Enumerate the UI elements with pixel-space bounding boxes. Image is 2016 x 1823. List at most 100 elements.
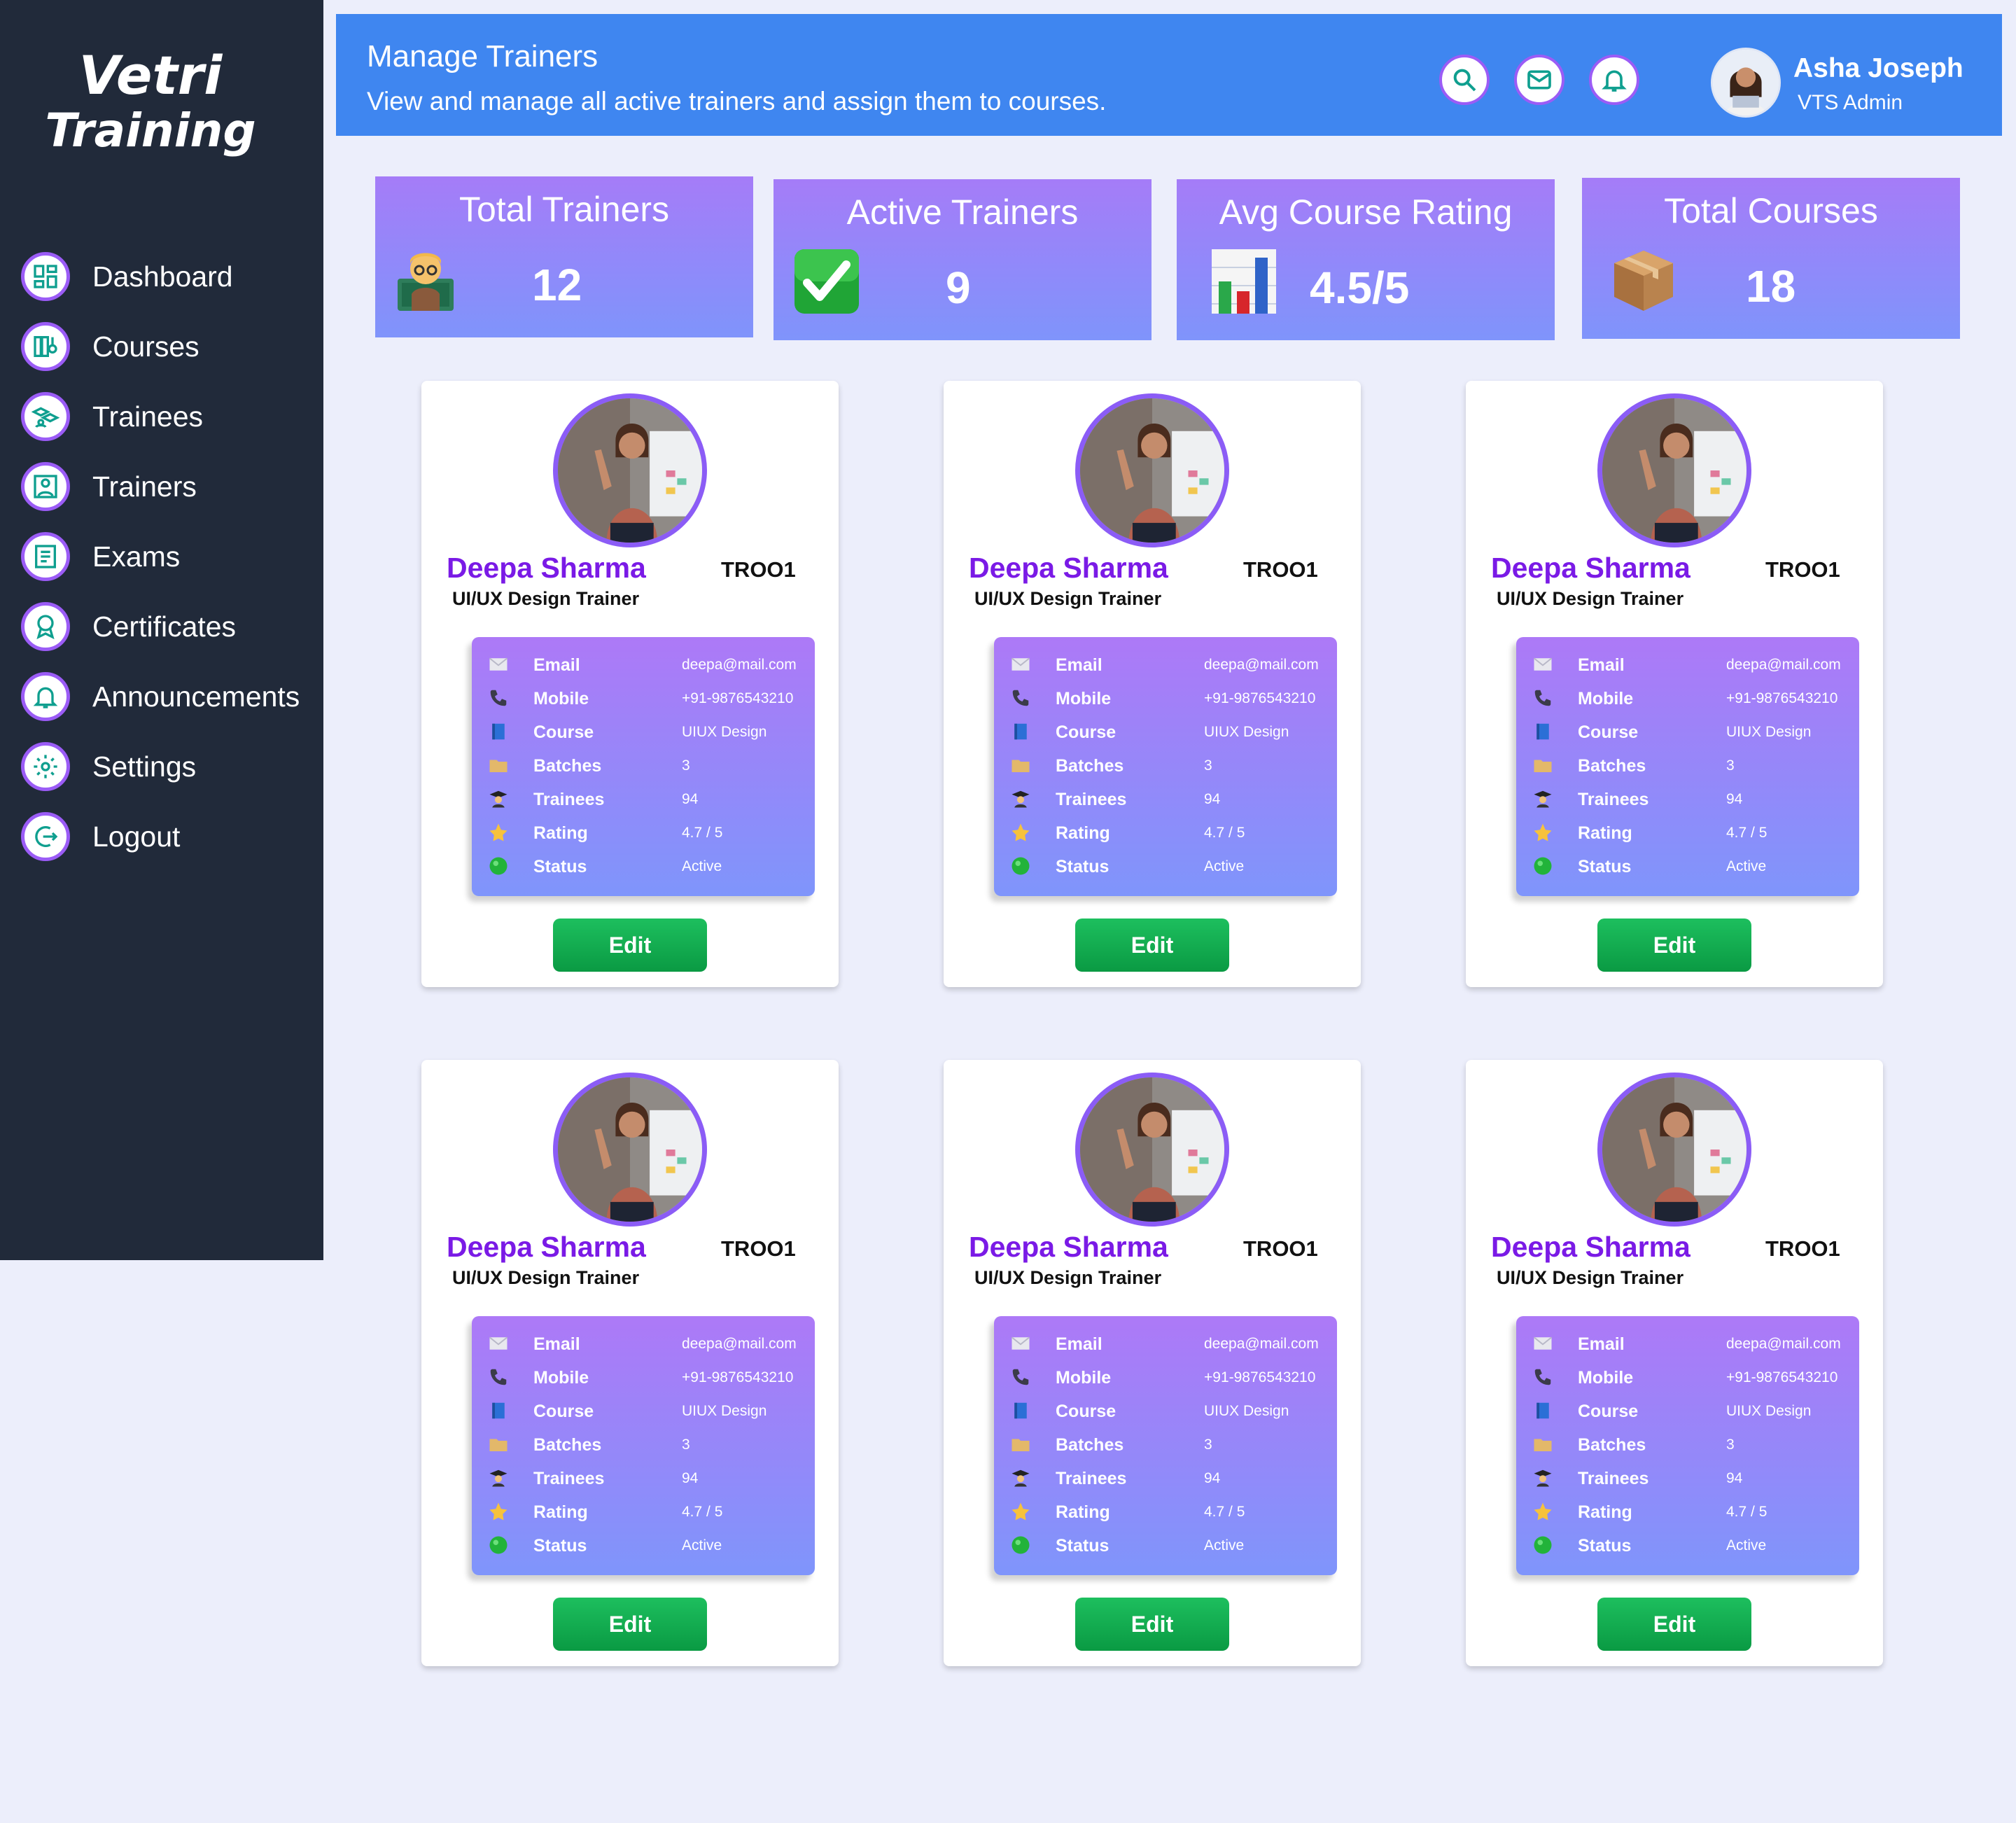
info-value[interactable]: deepa@mail.com bbox=[1204, 657, 1319, 673]
info-value[interactable]: deepa@mail.com bbox=[682, 1336, 797, 1353]
stat-value: 18 bbox=[1746, 261, 1796, 312]
info-row-email: Email deepa@mail.com bbox=[1009, 650, 1331, 683]
user-avatar[interactable] bbox=[1711, 48, 1781, 118]
sidebar-item-settings[interactable]: Settings bbox=[21, 732, 300, 802]
info-label: Email bbox=[1056, 655, 1102, 675]
info-value: 3 bbox=[1726, 757, 1735, 774]
star-icon bbox=[1009, 822, 1032, 844]
edit-button[interactable]: Edit bbox=[1075, 1598, 1229, 1651]
trainer-info-panel: Email deepa@mail.com Mobile +91-98765432… bbox=[472, 1316, 815, 1575]
edit-button[interactable]: Edit bbox=[1597, 1598, 1751, 1651]
trainer-card: Deepa Sharma TROO1 UI/UX Design Trainer … bbox=[944, 1060, 1361, 1666]
trainer-role: UI/UX Design Trainer bbox=[1497, 588, 1684, 609]
sidebar-item-exams[interactable]: Exams bbox=[21, 522, 300, 592]
info-value[interactable]: +91-9876543210 bbox=[682, 690, 793, 707]
info-row-course: Course UIUX Design bbox=[1532, 717, 1854, 750]
info-label: Email bbox=[1056, 1334, 1102, 1354]
sidebar-item-trainers[interactable]: Trainers bbox=[21, 452, 300, 522]
info-label: Rating bbox=[533, 823, 588, 843]
sidebar-item-certificates[interactable]: Certificates bbox=[21, 592, 300, 662]
info-label: Rating bbox=[1578, 1502, 1632, 1522]
edit-button[interactable]: Edit bbox=[553, 1598, 707, 1651]
edit-button[interactable]: Edit bbox=[553, 919, 707, 972]
sidebar-item-label: Courses bbox=[92, 330, 200, 363]
trainer-card: Deepa Sharma TROO1 UI/UX Design Trainer … bbox=[944, 381, 1361, 987]
info-row-email: Email deepa@mail.com bbox=[1532, 650, 1854, 683]
edit-button[interactable]: Edit bbox=[1597, 919, 1751, 972]
info-value: 94 bbox=[1726, 791, 1743, 807]
info-value[interactable]: +91-9876543210 bbox=[1726, 690, 1837, 707]
trainees-icon bbox=[21, 392, 70, 441]
sidebar-item-courses[interactable]: Courses bbox=[21, 312, 300, 382]
info-row-trainees: Trainees 94 bbox=[1009, 1463, 1331, 1497]
info-label: Mobile bbox=[1056, 1368, 1112, 1388]
info-label: Course bbox=[1056, 722, 1116, 742]
info-row-status: Status Active bbox=[1009, 851, 1331, 885]
info-row-email: Email deepa@mail.com bbox=[1009, 1329, 1331, 1362]
info-value[interactable]: deepa@mail.com bbox=[682, 657, 797, 673]
graduate-icon bbox=[1009, 788, 1032, 811]
green-dot-icon bbox=[487, 855, 510, 878]
info-row-status: Status Active bbox=[1532, 851, 1854, 885]
info-value[interactable]: +91-9876543210 bbox=[682, 1369, 793, 1386]
info-row-rating: Rating 4.7 / 5 bbox=[1532, 818, 1854, 851]
sidebar-item-logout[interactable]: Logout bbox=[21, 802, 300, 872]
folder-icon bbox=[487, 755, 510, 777]
search-button[interactable] bbox=[1439, 55, 1490, 105]
sidebar-item-announcements[interactable]: Announcements bbox=[21, 662, 300, 732]
trainer-role: UI/UX Design Trainer bbox=[1497, 1267, 1684, 1288]
info-label: Course bbox=[1578, 1402, 1639, 1421]
notifications-button[interactable] bbox=[1589, 55, 1639, 105]
info-value[interactable]: +91-9876543210 bbox=[1726, 1369, 1837, 1386]
info-value: 94 bbox=[1204, 1470, 1221, 1486]
info-value[interactable]: +91-9876543210 bbox=[1204, 690, 1315, 707]
sidebar-item-trainees[interactable]: Trainees bbox=[21, 382, 300, 452]
sidebar-item-dashboard[interactable]: Dashboard bbox=[21, 242, 300, 312]
info-value[interactable]: +91-9876543210 bbox=[1204, 1369, 1315, 1386]
book-icon bbox=[1532, 1400, 1554, 1423]
stat-active-trainers: Active Trainers 9 bbox=[774, 179, 1152, 340]
info-value[interactable]: deepa@mail.com bbox=[1204, 1336, 1319, 1353]
brand-line-2: Training bbox=[45, 104, 256, 158]
stat-value: 9 bbox=[946, 263, 971, 313]
info-row-mobile: Mobile +91-9876543210 bbox=[1009, 683, 1331, 717]
trainer-photo bbox=[1597, 393, 1751, 547]
info-row-mobile: Mobile +91-9876543210 bbox=[487, 1362, 809, 1396]
trainer-info-panel: Email deepa@mail.com Mobile +91-98765432… bbox=[472, 637, 815, 896]
graduate-icon bbox=[1009, 1467, 1032, 1490]
green-dot-icon bbox=[1532, 855, 1554, 878]
exams-icon bbox=[21, 532, 70, 581]
info-label: Trainees bbox=[1056, 790, 1127, 809]
info-row-trainees: Trainees 94 bbox=[1009, 784, 1331, 818]
trainer-name: Deepa Sharma bbox=[969, 552, 1168, 584]
search-icon bbox=[1453, 69, 1476, 92]
info-value[interactable]: deepa@mail.com bbox=[1726, 657, 1841, 673]
user-name: Asha Joseph bbox=[1793, 53, 1963, 83]
trainer-id: TROO1 bbox=[721, 1236, 796, 1261]
info-row-status: Status Active bbox=[487, 851, 809, 885]
trainer-photo bbox=[1075, 393, 1229, 547]
trainer-name: Deepa Sharma bbox=[1491, 1231, 1690, 1263]
info-value[interactable]: deepa@mail.com bbox=[1726, 1336, 1841, 1353]
info-row-batches: Batches 3 bbox=[1532, 1430, 1854, 1463]
green-dot-icon bbox=[1009, 1535, 1032, 1557]
mail-button[interactable] bbox=[1514, 55, 1564, 105]
bar-chart-icon bbox=[1212, 249, 1276, 314]
info-value: 3 bbox=[1726, 1437, 1735, 1453]
edit-button[interactable]: Edit bbox=[1075, 919, 1229, 972]
sidebar-item-label: Trainees bbox=[92, 400, 203, 433]
page-title: Manage Trainers bbox=[367, 39, 598, 74]
info-value: UIUX Design bbox=[1204, 1403, 1289, 1419]
stat-label: Active Trainers bbox=[846, 193, 1079, 232]
stat-label: Avg Course Rating bbox=[1219, 193, 1513, 232]
info-value: Active bbox=[1204, 1537, 1245, 1553]
info-label: Mobile bbox=[1578, 689, 1634, 708]
logout-icon bbox=[21, 812, 70, 861]
info-value: UIUX Design bbox=[682, 724, 767, 740]
trainer-card: Deepa Sharma TROO1 UI/UX Design Trainer … bbox=[1466, 381, 1883, 987]
info-value: 94 bbox=[682, 1470, 699, 1486]
info-label: Trainees bbox=[533, 1469, 605, 1488]
info-value: 94 bbox=[682, 791, 699, 807]
info-row-mobile: Mobile +91-9876543210 bbox=[1532, 1362, 1854, 1396]
info-label: Batches bbox=[533, 1435, 602, 1455]
